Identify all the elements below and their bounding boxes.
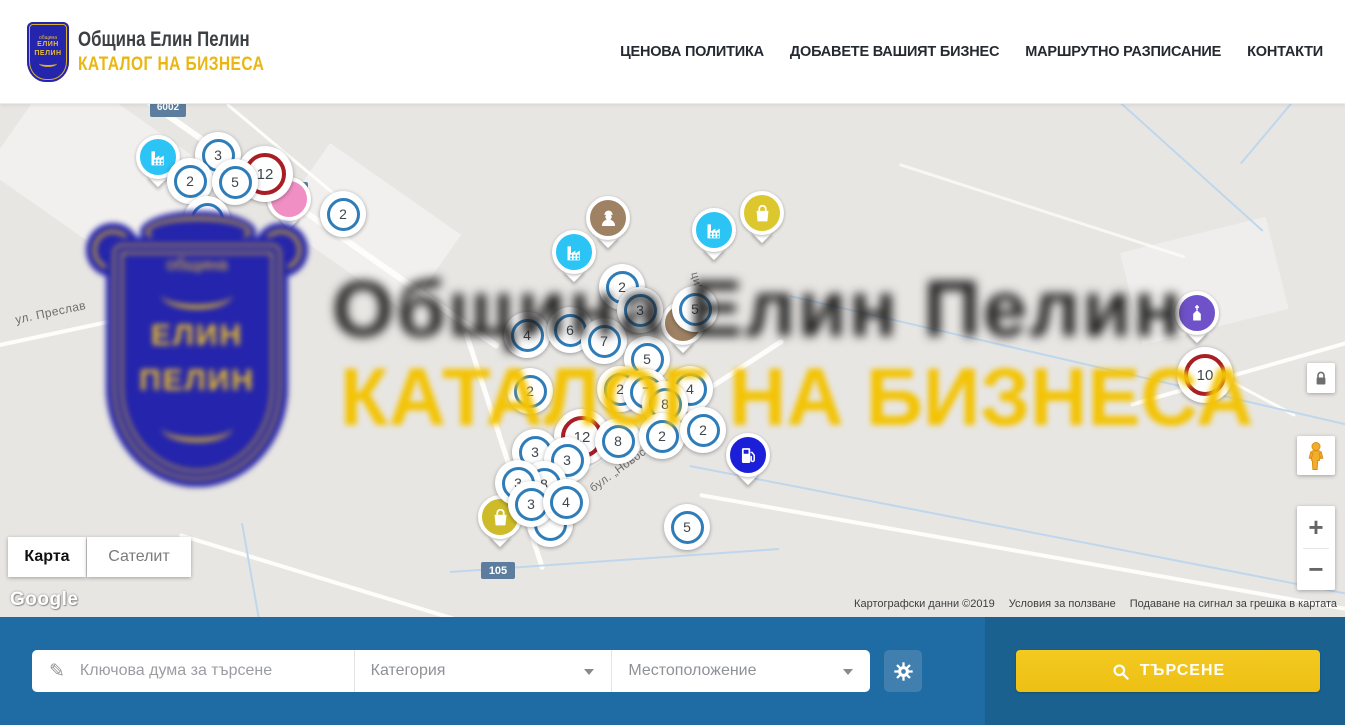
cluster-count: 3 bbox=[624, 294, 657, 327]
nav-item-add-business[interactable]: ДОБАВЕТЕ ВАШИЯТ БИЗНЕС bbox=[790, 44, 999, 60]
header: община ЕЛИН ПЕЛИН Община Елин Пелин КАТА… bbox=[0, 0, 1345, 104]
keyword-input[interactable] bbox=[78, 661, 322, 681]
cluster-count: 5 bbox=[219, 166, 252, 199]
map-type-map-button[interactable]: Карта bbox=[8, 537, 86, 577]
zoom-out-button[interactable]: − bbox=[1297, 549, 1335, 590]
factory-pin[interactable] bbox=[692, 208, 736, 252]
cluster-marker[interactable]: 2 bbox=[639, 413, 685, 459]
nav-item-contacts[interactable]: КОНТАКТИ bbox=[1247, 44, 1323, 60]
cluster-count: 5 bbox=[671, 511, 704, 544]
site-subtitle: КАТАЛОГ НА БИЗНЕСА bbox=[78, 54, 264, 76]
logo[interactable]: община ЕЛИН ПЕЛИН Община Елин Пелин КАТА… bbox=[27, 22, 305, 82]
nav-item-pricing[interactable]: ЦЕНОВА ПОЛИТИКА bbox=[620, 44, 764, 60]
gear-icon bbox=[893, 661, 914, 682]
cluster-marker[interactable]: 2 bbox=[320, 191, 366, 237]
cluster-marker[interactable]: 8 bbox=[595, 418, 641, 464]
crest-name-line1: ЕЛИН bbox=[37, 41, 59, 50]
bag-pin[interactable] bbox=[740, 191, 784, 235]
cluster-count: 8 bbox=[602, 425, 635, 458]
attribution-data: Картографски данни ©2019 bbox=[854, 598, 995, 610]
main-nav: ЦЕНОВА ПОЛИТИКА ДОБАВЕТЕ ВАШИЯТ БИЗНЕС М… bbox=[620, 0, 1323, 103]
cluster-marker[interactable]: 4 bbox=[504, 312, 550, 358]
cluster-marker[interactable]: 3 bbox=[617, 287, 663, 333]
cluster-marker[interactable]: 2 bbox=[680, 407, 726, 453]
page: община ЕЛИН ПЕЛИН Община Елин Пелин КАТА… bbox=[0, 0, 1345, 725]
cluster-count: 2 bbox=[327, 198, 360, 231]
chevron-down-icon bbox=[584, 669, 594, 675]
cluster-marker[interactable]: 5 bbox=[672, 286, 718, 332]
lock-icon bbox=[1315, 371, 1327, 386]
cluster-count bbox=[191, 203, 224, 236]
cluster-count: 4 bbox=[511, 319, 544, 352]
chevron-down-icon bbox=[843, 669, 853, 675]
map-attribution: Картографски данни ©2019 Условия за полз… bbox=[854, 598, 1337, 610]
cluster-count: 2 bbox=[174, 165, 207, 198]
pencil-icon: ✎ bbox=[49, 660, 65, 683]
search-bar: ✎ Категория Местоположение ТЪРСЕНЕ bbox=[0, 617, 1345, 725]
cluster-count: 10 bbox=[1184, 354, 1226, 396]
road-badge-105: 105 bbox=[481, 562, 515, 579]
zoom-in-button[interactable]: + bbox=[1297, 507, 1335, 548]
advanced-settings-button[interactable] bbox=[884, 650, 922, 692]
cluster-marker[interactable]: 2 bbox=[507, 368, 553, 414]
cluster-count: 5 bbox=[679, 293, 712, 326]
cluster-count: 2 bbox=[646, 420, 679, 453]
map-type-satellite-button[interactable]: Сателит bbox=[87, 537, 191, 577]
location-value: Местоположение bbox=[628, 662, 756, 680]
factory-pin-icon bbox=[692, 208, 736, 252]
markers-layer: 32125223546752274812822338334510 bbox=[0, 103, 1345, 617]
worker-pin-icon bbox=[586, 196, 630, 240]
search-fields: ✎ Категория Местоположение bbox=[32, 650, 870, 692]
nav-item-schedule[interactable]: МАРШРУТНО РАЗПИСАНИЕ bbox=[1025, 44, 1221, 60]
search-button[interactable]: ТЪРСЕНЕ bbox=[1016, 650, 1320, 692]
pegman-icon bbox=[1305, 441, 1327, 471]
church-pin[interactable] bbox=[1175, 291, 1219, 335]
cluster-count: 4 bbox=[550, 486, 583, 519]
search-icon bbox=[1111, 662, 1130, 681]
cluster-marker[interactable]: 5 bbox=[664, 504, 710, 550]
search-button-label: ТЪРСЕНЕ bbox=[1140, 662, 1225, 680]
cluster-marker[interactable]: 10 bbox=[1177, 347, 1233, 403]
cluster-count: 2 bbox=[687, 414, 720, 447]
cluster-count: 2 bbox=[514, 375, 547, 408]
crest-ornament bbox=[39, 60, 57, 67]
road-badge-6002: 6002 bbox=[150, 103, 186, 117]
category-value: Категория bbox=[371, 662, 446, 680]
keyword-field[interactable]: ✎ bbox=[32, 650, 354, 692]
fuel-pin[interactable] bbox=[726, 433, 770, 477]
cluster-marker[interactable]: 7 bbox=[581, 318, 627, 364]
zoom-control: + − bbox=[1297, 506, 1335, 590]
attribution-report-link[interactable]: Подаване на сигнал за грешка в картата bbox=[1130, 598, 1337, 610]
location-dropdown[interactable]: Местоположение bbox=[611, 650, 870, 692]
cluster-marker[interactable]: 4 bbox=[543, 479, 589, 525]
bag-pin-icon bbox=[740, 191, 784, 235]
fuel-pin-icon bbox=[726, 433, 770, 477]
worker-pin[interactable] bbox=[586, 196, 630, 240]
category-dropdown[interactable]: Категория bbox=[354, 650, 612, 692]
lock-control[interactable] bbox=[1307, 363, 1335, 393]
municipality-crest-logo: община ЕЛИН ПЕЛИН bbox=[27, 22, 69, 82]
google-logo[interactable]: Google bbox=[10, 589, 78, 611]
crest-name-line2: ПЕЛИН bbox=[34, 50, 61, 59]
cluster-marker[interactable] bbox=[184, 196, 230, 242]
logo-text: Община Елин Пелин КАТАЛОГ НА БИЗНЕСА bbox=[78, 28, 305, 76]
cluster-count: 7 bbox=[588, 325, 621, 358]
site-title: Община Елин Пелин bbox=[78, 28, 260, 52]
pegman-control[interactable] bbox=[1297, 436, 1335, 475]
attribution-terms-link[interactable]: Условия за ползване bbox=[1009, 598, 1116, 610]
church-pin-icon bbox=[1175, 291, 1219, 335]
cluster-marker[interactable]: 5 bbox=[212, 159, 258, 205]
google-map[interactable]: ул. Преслав бул. „Новосел ци“ 6002 105 3… bbox=[0, 103, 1345, 617]
